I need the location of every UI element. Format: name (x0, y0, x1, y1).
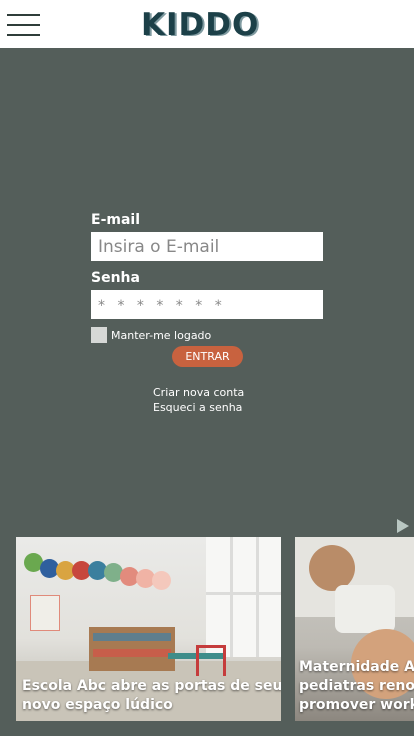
app-header: KIDDO (0, 0, 414, 48)
password-field[interactable] (91, 290, 323, 319)
remember-checkbox[interactable] (91, 327, 107, 343)
login-form: E-mail Senha Manter-me logado (91, 211, 323, 343)
menu-line (7, 14, 40, 16)
password-label: Senha (91, 270, 140, 286)
news-card-title: Escola Abc abre as portas de seu novo es… (22, 678, 281, 713)
alphabet-poster-image (30, 595, 60, 631)
forgot-password-link[interactable]: Esqueci a senha (153, 400, 244, 415)
account-links: Criar nova conta Esqueci a senha (153, 385, 244, 415)
play-arrow-icon[interactable] (397, 519, 409, 533)
menu-line (7, 34, 40, 36)
bookshelf-image (89, 627, 175, 671)
create-account-link[interactable]: Criar nova conta (153, 385, 244, 400)
news-card[interactable]: Escola Abc abre as portas de seu novo es… (16, 537, 281, 721)
login-button[interactable]: ENTRAR (172, 346, 243, 367)
kiddo-logo[interactable]: KIDDO (141, 8, 273, 42)
email-label: E-mail (91, 212, 141, 228)
menu-line (7, 24, 40, 26)
news-card-title: Maternidade ABC pediatras renom promover… (299, 659, 414, 713)
email-field[interactable] (91, 232, 323, 261)
kids-chair-image (196, 645, 226, 676)
child-shirt-image (335, 585, 395, 633)
remember-me: Manter-me logado (91, 327, 323, 343)
hamburger-menu-icon[interactable] (7, 14, 41, 36)
news-card[interactable]: Maternidade ABC pediatras renom promover… (295, 537, 414, 721)
remember-label[interactable]: Manter-me logado (111, 329, 211, 342)
classroom-window-image (206, 537, 281, 657)
